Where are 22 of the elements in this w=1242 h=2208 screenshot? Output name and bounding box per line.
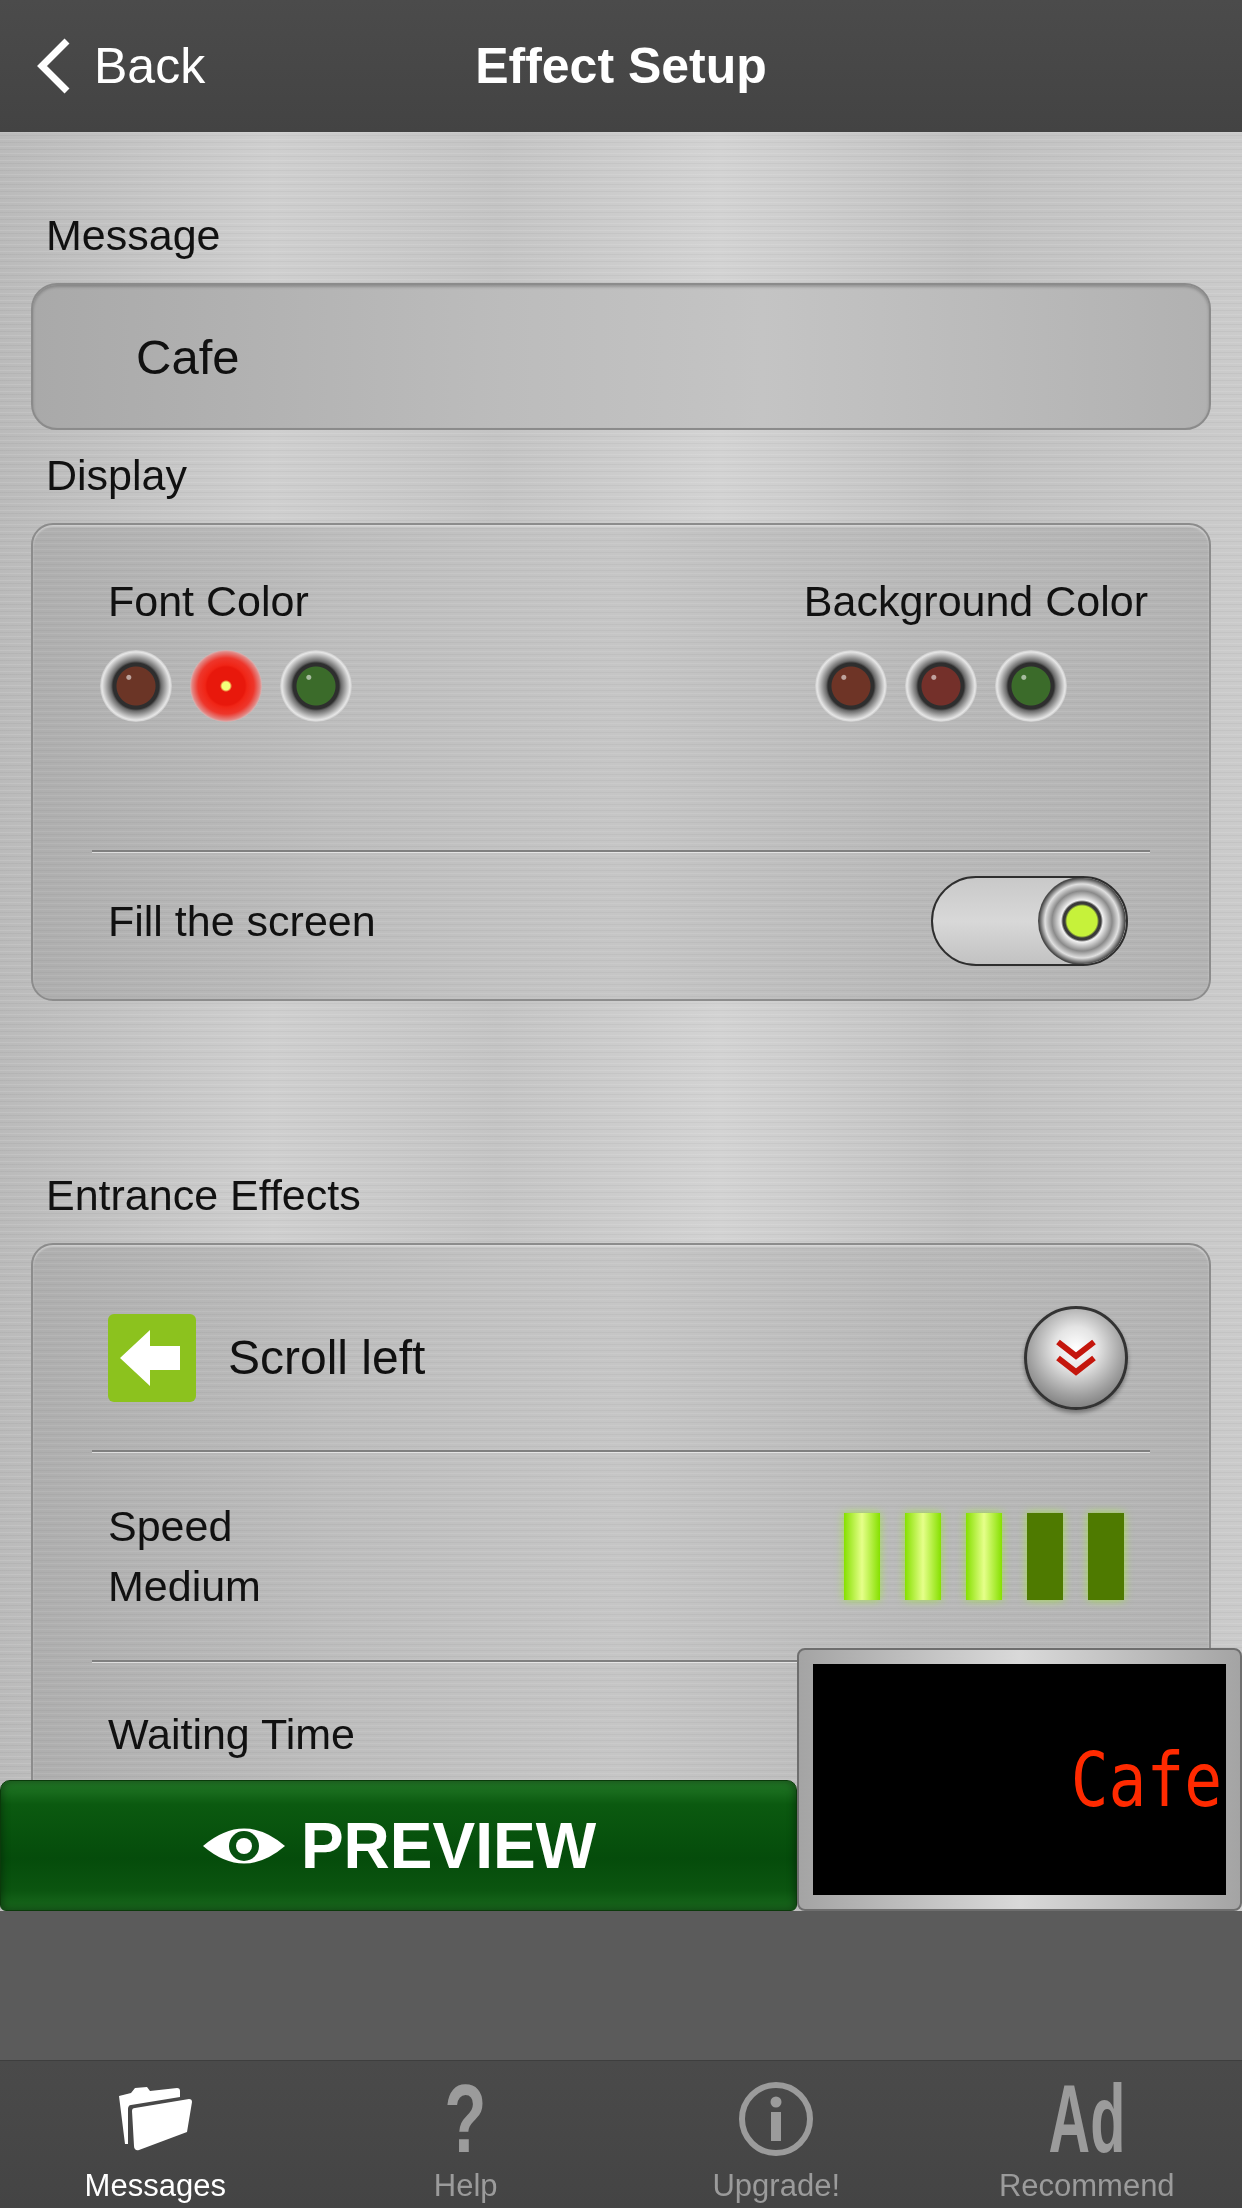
- tab[interactable]: Messages: [0, 2061, 311, 2208]
- info-icon: [738, 2081, 815, 2157]
- effect-name: Scroll left: [228, 1329, 426, 1386]
- section-heading: Display: [46, 450, 187, 501]
- setting-label: Font Color: [108, 576, 309, 627]
- setting-label: Waiting Time: [108, 1709, 355, 1760]
- screen-title: Effect Setup: [475, 37, 767, 96]
- setting-label: Speed: [108, 1501, 233, 1552]
- chevron-left-icon: [36, 37, 72, 95]
- section-heading: Message: [46, 210, 221, 261]
- setting-label: Fill the screen: [108, 896, 376, 947]
- folder-icon: [117, 2086, 194, 2152]
- message-field[interactable]: Cafe: [31, 283, 1211, 430]
- preview-button[interactable]: PREVIEW: [0, 1780, 797, 1911]
- speed-meter[interactable]: [844, 1512, 1124, 1600]
- section-heading: Entrance Effects: [46, 1170, 361, 1221]
- question-mark-icon: ?: [444, 2082, 487, 2156]
- speed-value: Medium: [108, 1561, 261, 1612]
- display-text: Cafe: [1070, 1739, 1222, 1820]
- back-button[interactable]: Back: [30, 32, 212, 100]
- ad-icon: Ad: [1048, 2082, 1126, 2156]
- setting-label: Background Color: [803, 576, 1148, 627]
